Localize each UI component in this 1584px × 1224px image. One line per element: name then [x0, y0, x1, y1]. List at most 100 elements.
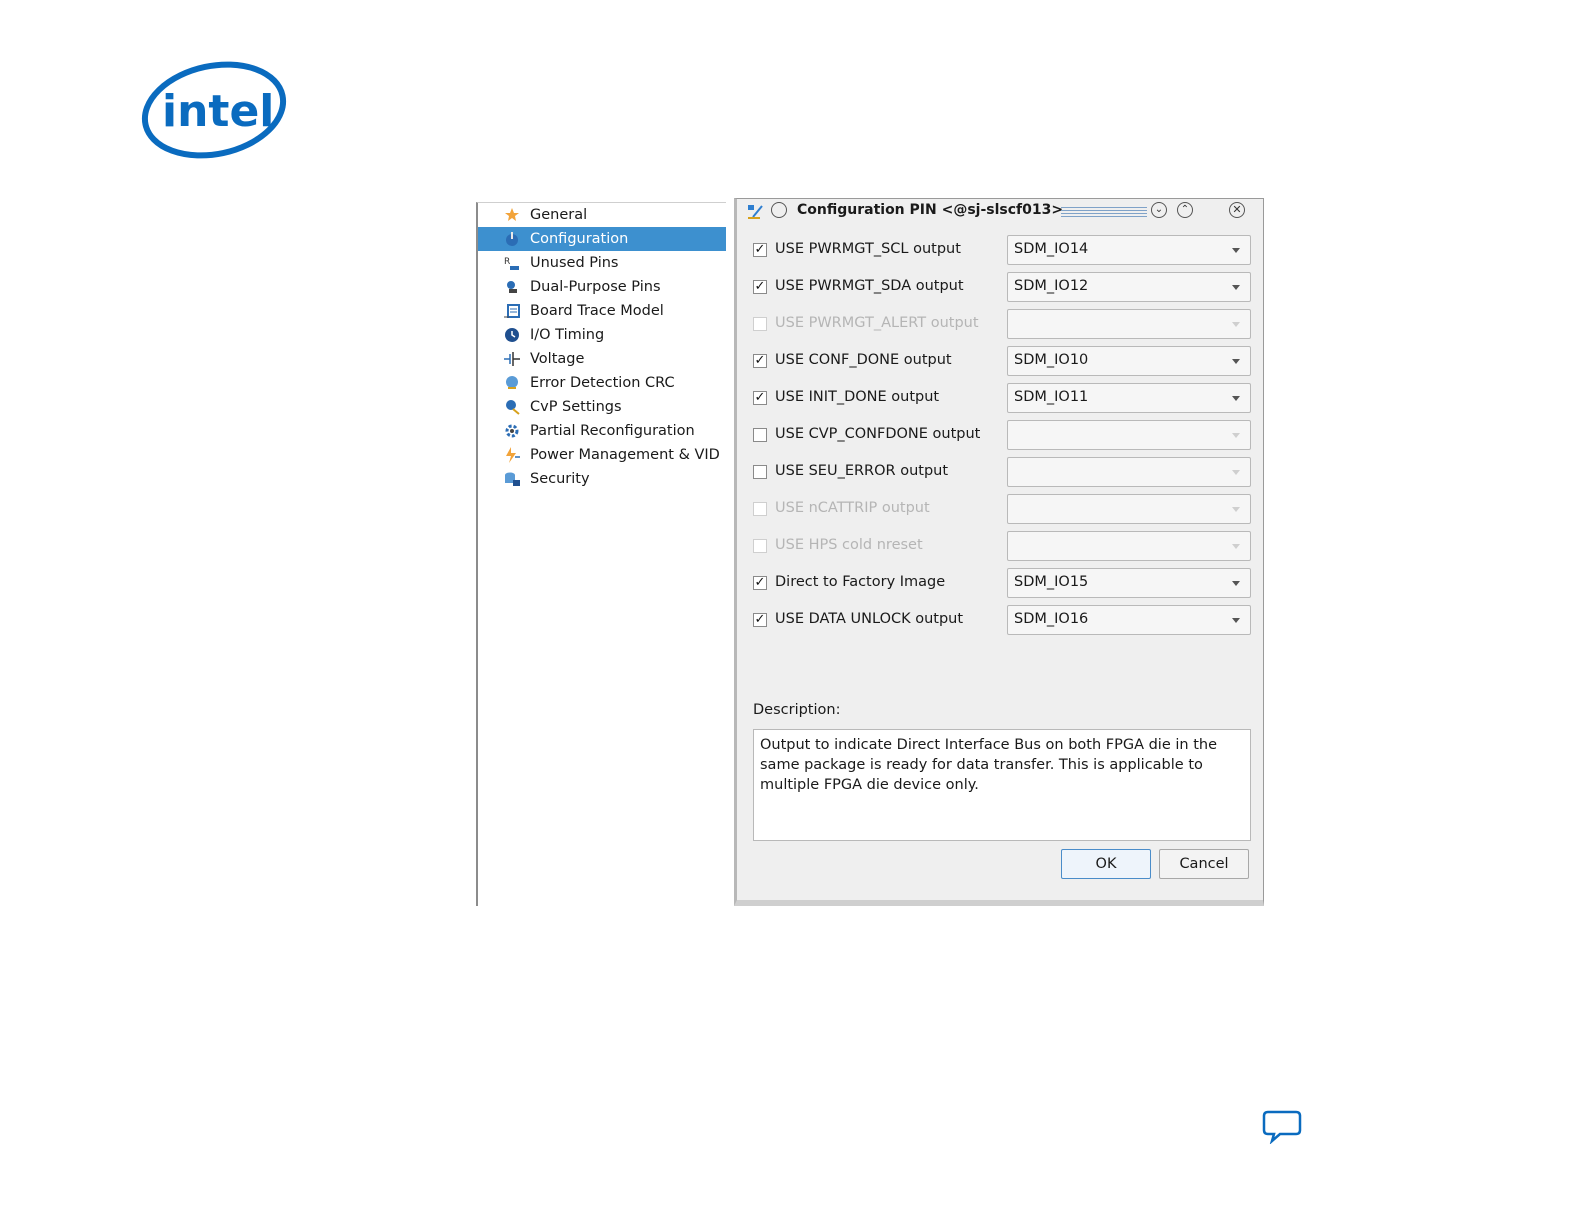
option-label: USE DATA UNLOCK output: [775, 611, 964, 627]
partial-reconfig-icon: [504, 423, 520, 439]
intel-logo: intel: [141, 61, 287, 159]
dropdown-arrow-icon: [1232, 248, 1240, 253]
window-menu-button[interactable]: [771, 202, 787, 218]
security-icon: [504, 471, 520, 487]
description-text: Output to indicate Direct Interface Bus …: [753, 729, 1251, 841]
option-checkbox[interactable]: ✓: [753, 576, 767, 590]
category-item[interactable]: Security: [478, 467, 726, 491]
option-checkbox[interactable]: ✓: [753, 354, 767, 368]
option-label: USE INIT_DONE output: [775, 389, 940, 405]
minimize-button[interactable]: ⌄: [1151, 202, 1167, 218]
category-item[interactable]: Error Detection CRC: [478, 371, 726, 395]
option-row: USE HPS cold nreset: [751, 531, 1251, 561]
cvp-icon: [504, 399, 520, 415]
category-label: CvP Settings: [530, 399, 622, 415]
category-item[interactable]: Board Trace Model: [478, 299, 726, 323]
option-checkbox[interactable]: ✓: [753, 391, 767, 405]
dialog-app-icon: [748, 205, 763, 219]
cancel-button[interactable]: Cancel: [1159, 849, 1249, 879]
category-item[interactable]: Configuration: [478, 227, 726, 251]
option-row: ✓ USE INIT_DONE output SDM_IO11: [751, 383, 1251, 413]
category-item[interactable]: Partial Reconfiguration: [478, 419, 726, 443]
option-row: USE SEU_ERROR output: [751, 457, 1251, 487]
general-star-icon: [504, 207, 520, 223]
dropdown-arrow-icon: [1232, 285, 1240, 290]
configuration-icon: [504, 231, 520, 247]
option-checkbox[interactable]: ✓: [753, 613, 767, 627]
pin-select: [1007, 420, 1251, 450]
pin-select-value: SDM_IO12: [1014, 278, 1089, 294]
close-button[interactable]: ✕: [1229, 202, 1245, 218]
option-row: USE PWRMGT_ALERT output: [751, 309, 1251, 339]
option-checkbox: [753, 502, 767, 516]
title-grip: [1061, 207, 1147, 217]
chevron-down-icon: ⌄: [1154, 204, 1164, 215]
category-item[interactable]: R Unused Pins: [478, 251, 726, 275]
pin-select[interactable]: SDM_IO15: [1007, 568, 1251, 598]
option-checkbox[interactable]: [753, 428, 767, 442]
pin-select-value: SDM_IO15: [1014, 574, 1089, 590]
pin-select-value: SDM_IO11: [1014, 389, 1089, 405]
option-label: USE PWRMGT_SDA output: [775, 278, 964, 294]
pin-select[interactable]: SDM_IO16: [1007, 605, 1251, 635]
category-item[interactable]: I/O Timing: [478, 323, 726, 347]
ok-button[interactable]: OK: [1061, 849, 1151, 879]
dropdown-arrow-icon: [1232, 433, 1240, 438]
clock-icon: [504, 327, 520, 343]
category-item[interactable]: Dual-Purpose Pins: [478, 275, 726, 299]
svg-text:R: R: [504, 257, 510, 267]
category-label: Error Detection CRC: [530, 375, 675, 391]
category-label: I/O Timing: [530, 327, 605, 343]
feedback-icon[interactable]: [1262, 1108, 1302, 1144]
unused-pins-icon: R: [504, 255, 520, 271]
option-checkbox[interactable]: ✓: [753, 243, 767, 257]
dropdown-arrow-icon: [1232, 396, 1240, 401]
pin-select[interactable]: SDM_IO12: [1007, 272, 1251, 302]
dropdown-arrow-icon: [1232, 581, 1240, 586]
pin-select-value: SDM_IO16: [1014, 611, 1089, 627]
pin-select: [1007, 531, 1251, 561]
pin-select[interactable]: SDM_IO14: [1007, 235, 1251, 265]
option-label: USE CONF_DONE output: [775, 352, 952, 368]
pin-select: [1007, 309, 1251, 339]
category-item[interactable]: General: [478, 203, 726, 227]
crc-icon: [504, 375, 520, 391]
option-row: ✓ USE DATA UNLOCK output SDM_IO16: [751, 605, 1251, 635]
category-label: Board Trace Model: [530, 303, 664, 319]
board-trace-icon: [504, 303, 520, 319]
option-row: ✓ USE PWRMGT_SDA output SDM_IO12: [751, 272, 1251, 302]
dropdown-arrow-icon: [1232, 507, 1240, 512]
category-label: Configuration: [530, 231, 629, 247]
option-checkbox[interactable]: ✓: [753, 280, 767, 294]
pin-select-value: SDM_IO10: [1014, 352, 1089, 368]
maximize-button[interactable]: ⌃: [1177, 202, 1193, 218]
option-checkbox[interactable]: [753, 465, 767, 479]
category-label: General: [530, 207, 588, 223]
pin-select[interactable]: SDM_IO10: [1007, 346, 1251, 376]
option-label: USE PWRMGT_ALERT output: [775, 315, 979, 331]
dropdown-arrow-icon: [1232, 544, 1240, 549]
category-item[interactable]: Voltage: [478, 347, 726, 371]
voltage-icon: [504, 351, 520, 367]
category-item[interactable]: CvP Settings: [478, 395, 726, 419]
category-item[interactable]: Power Management & VID: [478, 443, 726, 467]
option-label: USE PWRMGT_SCL output: [775, 241, 961, 257]
option-label: USE CVP_CONFDONE output: [775, 426, 981, 442]
dropdown-arrow-icon: [1232, 470, 1240, 475]
category-label: Security: [530, 471, 590, 487]
category-label: Partial Reconfiguration: [530, 423, 695, 439]
dropdown-arrow-icon: [1232, 359, 1240, 364]
option-label: USE SEU_ERROR output: [775, 463, 949, 479]
dropdown-arrow-icon: [1232, 322, 1240, 327]
option-label: USE nCATTRIP output: [775, 500, 930, 516]
option-checkbox: [753, 317, 767, 331]
option-row: ✓ USE CONF_DONE output SDM_IO10: [751, 346, 1251, 376]
dialog-titlebar[interactable]: Configuration PIN <@sj-slscf013> ⌄ ⌃ ✕: [737, 199, 1263, 223]
category-label: Dual-Purpose Pins: [530, 279, 661, 295]
dialog-title: Configuration PIN <@sj-slscf013>: [797, 202, 1064, 218]
option-row: USE nCATTRIP output: [751, 494, 1251, 524]
pin-select-value: SDM_IO14: [1014, 241, 1089, 257]
category-list: General Configuration R Unused Pins Dual-Pur…: [478, 203, 726, 491]
category-tree: General Configuration R Unused Pins Dual-Pur…: [476, 202, 726, 906]
pin-select[interactable]: SDM_IO11: [1007, 383, 1251, 413]
